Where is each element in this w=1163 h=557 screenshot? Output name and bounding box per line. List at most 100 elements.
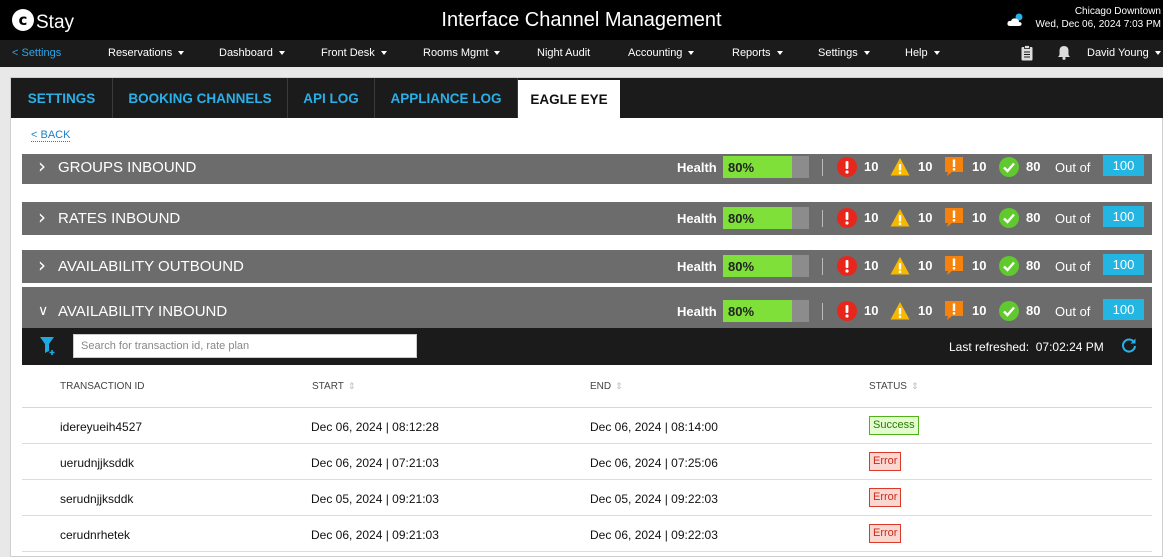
divider — [822, 303, 823, 320]
section-title: RATES INBOUND — [58, 210, 181, 227]
caret-down-icon — [278, 51, 285, 56]
table-header: TRANSACTION ID START ⇕ END ⇕ STATUS ⇕ — [22, 367, 1152, 408]
sort-icon[interactable]: ⇕ — [348, 381, 356, 391]
nav-accounting[interactable]: Accounting — [628, 47, 695, 59]
warning-count: 10 — [918, 159, 933, 174]
warning-triangle-icon — [890, 209, 910, 227]
start-time: Dec 06, 2024 | 08:12:28 — [311, 420, 439, 434]
location-name: Chicago Downtown — [1074, 6, 1161, 17]
last-refreshed-label: Last refreshed: — [949, 340, 1030, 354]
tab-eagle-eye[interactable]: EAGLE EYE — [518, 80, 620, 118]
column-header-transaction-id: TRANSACTION ID — [60, 381, 144, 392]
tab-settings[interactable]: SETTINGS — [11, 78, 113, 118]
column-header-end[interactable]: END ⇕ — [590, 381, 623, 392]
nav-label: Front Desk — [321, 47, 375, 59]
total-badge: 100 — [1103, 299, 1144, 320]
warning-triangle-icon — [890, 302, 910, 320]
chevron-right-icon[interactable]: › — [38, 154, 46, 178]
section-header[interactable]: › AVAILABILITY OUTBOUND Health 80% 10 10 10 80 O… — [22, 250, 1152, 283]
divider — [822, 210, 823, 227]
nav-night-audit[interactable]: Night Audit — [537, 47, 590, 59]
search-input[interactable] — [73, 334, 417, 358]
status-badge: Success — [869, 416, 919, 435]
filter-icon[interactable] — [39, 336, 57, 356]
start-time: Dec 06, 2024 | 07:21:03 — [311, 456, 439, 470]
exclamation-circle-icon — [837, 157, 857, 177]
out-of-label: Out of — [1055, 259, 1091, 274]
main-nav: < Settings Reservations Dashboard Front … — [0, 40, 1163, 67]
clipboard-icon[interactable] — [1021, 45, 1033, 61]
nav-dashboard[interactable]: Dashboard — [219, 47, 285, 59]
nav-front-desk[interactable]: Front Desk — [321, 47, 387, 59]
caret-down-icon — [933, 51, 940, 56]
start-time: Dec 06, 2024 | 09:21:03 — [311, 528, 439, 542]
chevron-right-icon[interactable]: › — [38, 205, 46, 229]
table-row[interactable]: idereyueih4527 Dec 06, 2024 | 08:12:28 Dec… — [22, 409, 1152, 444]
section-header[interactable]: › GROUPS INBOUND Health 80% 10 10 10 80 Out of 10… — [22, 154, 1152, 184]
nav-rooms-mgmt[interactable]: Rooms Mgmt — [423, 47, 501, 59]
critical-count: 10 — [864, 210, 879, 225]
user-name: David Young — [1087, 47, 1149, 59]
caret-down-icon — [863, 51, 870, 56]
check-circle-icon — [999, 157, 1019, 177]
refresh-icon[interactable] — [1121, 337, 1137, 353]
nav-settings[interactable]: Settings — [818, 47, 870, 59]
end-time: Dec 05, 2024 | 09:22:03 — [590, 492, 718, 506]
table-row[interactable]: uerudnjjksddk Dec 06, 2024 | 07:21:03 Dec … — [22, 445, 1152, 480]
nav-reports[interactable]: Reports — [732, 47, 783, 59]
caret-down-icon — [494, 51, 501, 56]
nav-label: Rooms Mgmt — [423, 47, 489, 59]
column-label: TRANSACTION ID — [60, 381, 145, 392]
health-percent: 80% — [728, 259, 755, 274]
last-refreshed: Last refreshed: 07:02:24 PM — [949, 340, 1104, 354]
notice-count: 10 — [972, 303, 987, 318]
table-row[interactable]: serudnjjksddk Dec 05, 2024 | 09:21:03 Dec … — [22, 481, 1152, 516]
tab-bar: SETTINGS BOOKING CHANNELS API LOG APPLIA… — [11, 78, 1163, 118]
nav-label: Help — [905, 47, 928, 59]
user-menu[interactable]: David Young — [1087, 47, 1161, 59]
column-header-status[interactable]: STATUS ⇕ — [869, 381, 919, 392]
ok-count: 80 — [1026, 159, 1041, 174]
status-badge: Error — [869, 524, 902, 543]
app-logo[interactable]: c Stay — [12, 6, 74, 34]
warning-count: 10 — [918, 303, 933, 318]
bell-icon[interactable] — [1057, 45, 1071, 60]
check-circle-icon — [999, 301, 1019, 321]
tab-api-log[interactable]: API LOG — [288, 78, 375, 118]
health-bar: 80% — [723, 300, 809, 322]
cloud-icon — [1007, 13, 1023, 26]
tab-booking-channels[interactable]: BOOKING CHANNELS — [113, 78, 288, 118]
tab-appliance-log[interactable]: APPLIANCE LOG — [375, 78, 518, 118]
nav-label: Night Audit — [537, 47, 591, 59]
section-title: GROUPS INBOUND — [58, 159, 197, 176]
section-title: AVAILABILITY INBOUND — [58, 303, 228, 320]
critical-count: 10 — [864, 159, 879, 174]
nav-back-settings[interactable]: < Settings — [12, 47, 61, 59]
out-of-label: Out of — [1055, 160, 1091, 175]
end-time: Dec 06, 2024 | 08:14:00 — [590, 420, 718, 434]
critical-count: 10 — [864, 258, 879, 273]
column-label: STATUS — [869, 381, 907, 392]
chevron-right-icon[interactable]: › — [38, 253, 46, 277]
caret-down-icon — [178, 51, 185, 56]
sort-icon[interactable]: ⇕ — [911, 381, 919, 391]
health-label: Health — [677, 304, 717, 319]
nav-help[interactable]: Help — [905, 47, 940, 59]
column-label: END — [590, 381, 612, 392]
divider — [822, 159, 823, 176]
check-circle-icon — [999, 208, 1019, 228]
notice-flag-icon — [945, 208, 963, 227]
column-header-start[interactable]: START ⇕ — [312, 381, 355, 392]
section-header[interactable]: ∨ AVAILABILITY INBOUND Health 80% 10 10 10 80 Ou… — [22, 287, 1152, 328]
sort-icon[interactable]: ⇕ — [615, 381, 623, 391]
table-row[interactable]: cerudnrhetek Dec 06, 2024 | 09:21:03 Dec 0… — [22, 517, 1152, 552]
table-toolbar: Last refreshed: 07:02:24 PM — [22, 328, 1152, 365]
transaction-id: uerudnjjksddk — [60, 456, 135, 470]
ok-count: 80 — [1026, 210, 1041, 225]
last-refreshed-time: 07:02:24 PM — [1035, 340, 1104, 354]
back-link[interactable]: < BACK — [31, 129, 71, 142]
notice-count: 10 — [972, 258, 987, 273]
nav-reservations[interactable]: Reservations — [108, 47, 185, 59]
chevron-down-icon[interactable]: ∨ — [38, 303, 48, 319]
section-header[interactable]: › RATES INBOUND Health 80% 10 10 10 80 Out of 100 — [22, 202, 1152, 235]
